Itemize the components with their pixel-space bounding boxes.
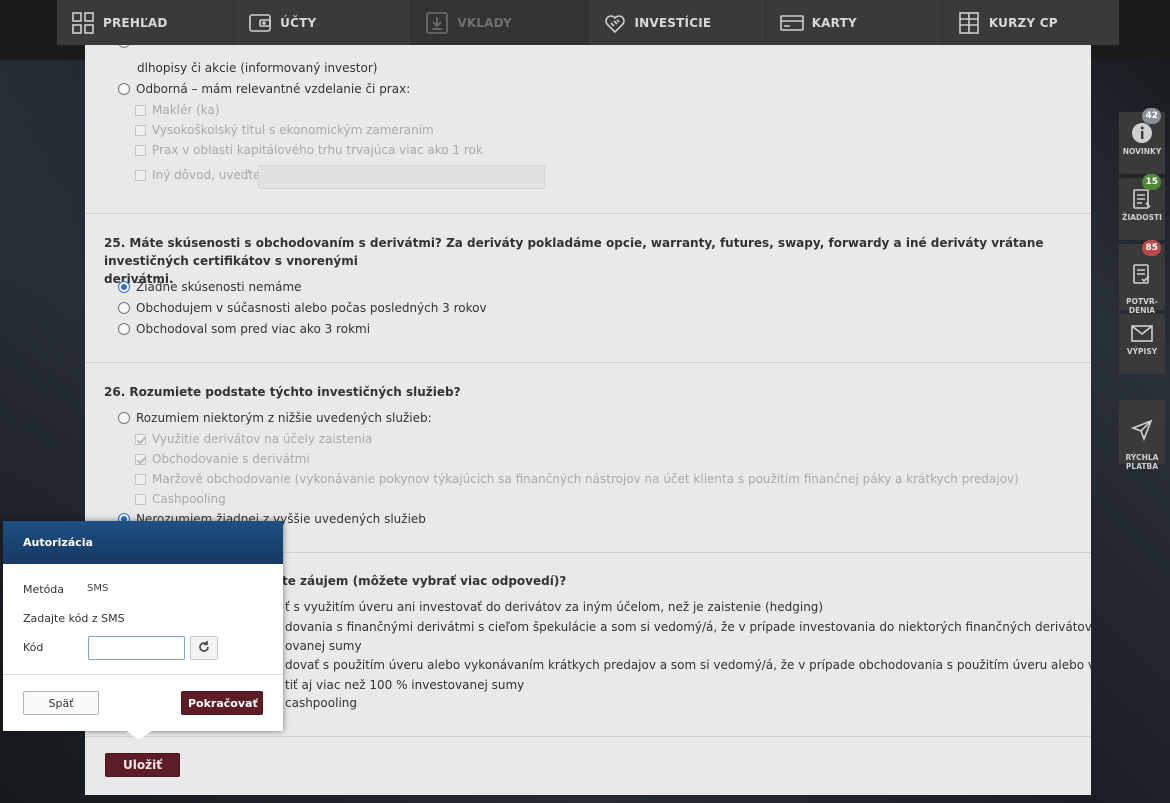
radio-button[interactable] <box>118 302 130 314</box>
method-value: SMS <box>87 583 109 594</box>
nav-prehlad[interactable]: PREHĽAD <box>57 0 235 45</box>
checkbox-option[interactable]: Prax v oblasti kapitálového trhu trvajúc… <box>135 143 483 157</box>
sidebar-label: RÝCHLA PLATBA <box>1125 453 1159 471</box>
dialog-title: Autorizácia <box>3 521 283 564</box>
sidebar-label: ŽIADOSTI <box>1122 213 1162 222</box>
sidebar-item-potvrdenia[interactable]: POTVR- DENIA 85 <box>1119 240 1165 315</box>
grid-icon <box>71 11 95 35</box>
sms-prompt: Zadajte kód z SMS <box>23 612 125 625</box>
dialog-pointer <box>125 730 153 740</box>
question-27-title: te záujem (môžete vybrať viac odpovedí)? <box>282 574 567 588</box>
sidebar-label: NOVINKY <box>1122 147 1162 156</box>
checkbox[interactable] <box>135 473 146 485</box>
question-26-title: 26. Rozumiete podstate týchto investičný… <box>104 385 461 399</box>
divider <box>85 362 1091 363</box>
option-text: dovať s použitím úveru alebo vykonávaním… <box>285 658 1091 672</box>
save-button[interactable]: Uložiť <box>105 753 180 777</box>
continue-button[interactable]: Pokračovať <box>181 691 263 715</box>
checkbox[interactable] <box>135 104 146 116</box>
nav-label: KARTY <box>811 15 857 30</box>
radio-option-current-trading[interactable]: Obchodujem v súčasnosti alebo počas posl… <box>118 301 487 315</box>
divider <box>85 213 1091 214</box>
option-text: dlhopisy či akcie (informovaný investor) <box>137 61 378 75</box>
nav-label: ÚČTY <box>280 15 317 30</box>
count-badge: 15 <box>1142 174 1161 190</box>
radio-option[interactable] <box>118 45 136 48</box>
nav-label: KURZY CP <box>988 15 1058 30</box>
card-icon <box>779 11 804 35</box>
sidebar-label: POTVR- DENIA <box>1126 297 1158 315</box>
nav-ucty[interactable]: ÚČTY <box>234 0 412 45</box>
sidebar-item-rychla-platba[interactable]: RÝCHLA PLATBA <box>1119 400 1165 471</box>
sidebar-item-vypisy[interactable]: VÝPISY <box>1119 314 1165 374</box>
radio-option-no-experience[interactable]: Žiadne skúsenosti nemáme <box>118 280 302 294</box>
option-text: dovania s finančnými derivátmi s cieľom … <box>285 620 1091 634</box>
radio-button[interactable] <box>118 412 130 424</box>
radio-option-past-trading[interactable]: Obchodoval som pred viac ako 3 rokmi <box>118 322 370 336</box>
code-label: Kód <box>23 641 44 654</box>
divider <box>85 736 1091 737</box>
sms-code-input[interactable] <box>88 636 185 660</box>
other-reason-input[interactable] <box>258 165 545 189</box>
radio-option-understand-some[interactable]: Rozumiem niektorým z nižšie uvedených sl… <box>118 411 432 425</box>
nav-label: PREHĽAD <box>103 15 168 30</box>
radio-button[interactable] <box>118 45 130 48</box>
checkbox[interactable] <box>135 169 146 181</box>
option-text: tiť aj viac než 100 % investovanej sumy <box>285 678 525 692</box>
mail-icon <box>1119 314 1165 344</box>
nav-label: INVESTÍCIE <box>634 15 712 30</box>
divider <box>3 674 283 675</box>
confirm-icon <box>1119 253 1165 285</box>
nav-karty[interactable]: KARTY <box>766 0 943 45</box>
deposit-icon <box>425 11 449 35</box>
checkbox[interactable] <box>135 493 146 505</box>
option-text: ovanej sumy <box>285 639 362 653</box>
send-icon <box>1119 409 1165 441</box>
nav-kurzy-cp[interactable]: KURZY CP <box>943 0 1119 45</box>
nav-label: VKLADY <box>457 15 512 30</box>
checkbox-option[interactable]: Maklér (ka) <box>135 103 220 117</box>
option-text: cashpooling <box>285 696 357 710</box>
checkbox-option[interactable]: Obchodovanie s derivátmi <box>135 452 310 466</box>
nav-investicie[interactable]: INVESTÍCIE <box>589 0 766 45</box>
wallet-icon <box>248 11 272 35</box>
checkbox[interactable] <box>135 144 146 156</box>
checkbox-checked[interactable] <box>135 433 146 445</box>
radio-button[interactable] <box>118 323 130 335</box>
radio-button-selected[interactable] <box>118 281 130 293</box>
checkbox-option[interactable]: Vysokoškolský titul s ekonomickým zamera… <box>135 123 434 137</box>
table-icon <box>957 11 981 35</box>
option-text: ť s využitím úveru ani investovať do der… <box>285 600 824 614</box>
sidebar-item-novinky[interactable]: NOVINKY 42 <box>1119 108 1165 174</box>
refresh-icon <box>197 640 211 657</box>
resend-code-button[interactable] <box>190 636 218 660</box>
radio-option-expert[interactable]: Odborná – mám relevantné vzdelanie či pr… <box>118 82 410 96</box>
count-badge: 42 <box>1142 108 1161 124</box>
checkbox-option[interactable]: Maržové obchodovanie (vykonávanie pokyno… <box>135 472 1019 486</box>
back-button[interactable]: Späť <box>23 691 99 715</box>
checkbox-option[interactable]: Cashpooling <box>135 492 226 506</box>
checkbox-checked[interactable] <box>135 453 146 465</box>
checkbox[interactable] <box>135 124 146 136</box>
sidebar-item-ziadosti[interactable]: ŽIADOSTI 15 <box>1119 174 1165 240</box>
checkbox-option[interactable]: Využitie derivátov na účely zaistenia <box>135 432 372 446</box>
checkbox-option-other[interactable]: Iný dôvod, uveďte: <box>135 168 265 182</box>
authorization-dialog: Autorizácia Metóda SMS Zadajte kód z SMS… <box>3 521 283 731</box>
nav-vklady[interactable]: VKLADY <box>411 0 589 45</box>
radio-button[interactable] <box>118 83 130 95</box>
method-label: Metóda <box>23 583 65 596</box>
main-nav: PREHĽAD ÚČTY VKLADY INVESTÍCIE KARTY KUR… <box>57 0 1119 45</box>
sidebar-label: VÝPISY <box>1126 347 1158 356</box>
count-badge: 85 <box>1142 240 1161 256</box>
handshake-icon <box>603 11 627 35</box>
